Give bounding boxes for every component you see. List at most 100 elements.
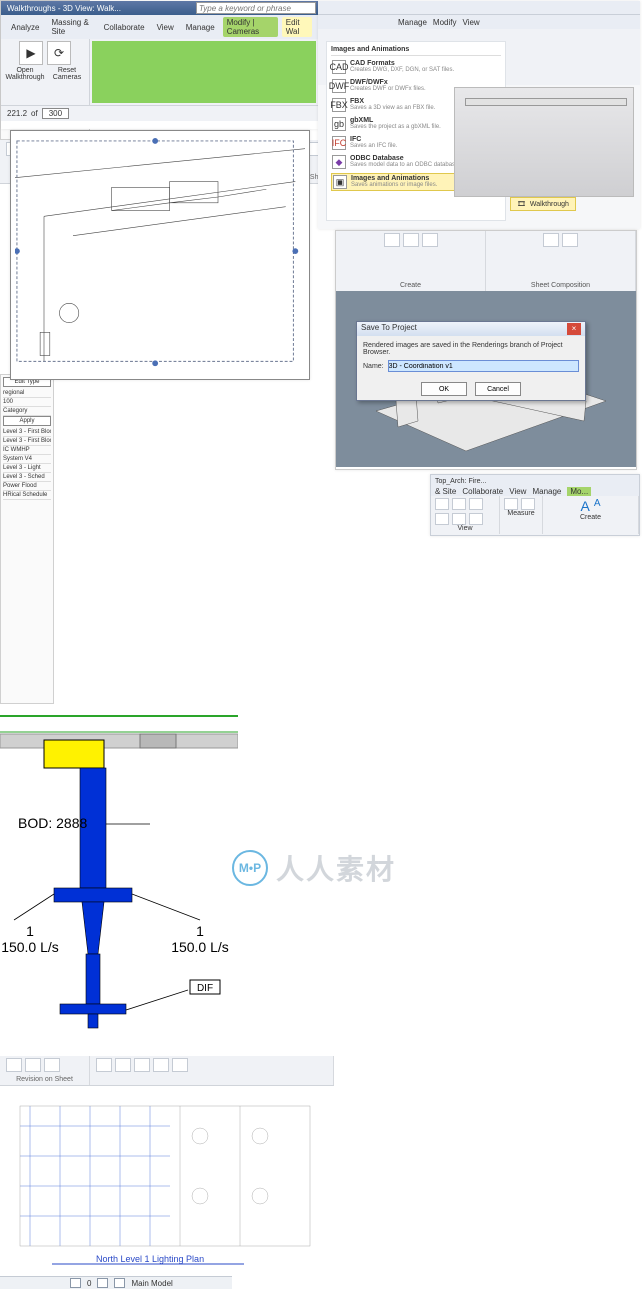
close-icon[interactable]: ×	[567, 323, 581, 335]
walkthrough-group: ▶ ⟳ Open Walkthrough Reset Cameras	[1, 39, 90, 105]
svg-text:150.0 L/s: 150.0 L/s	[1, 939, 59, 955]
prop-row[interactable]: Category	[3, 407, 51, 416]
tab-manage[interactable]: Manage	[398, 18, 427, 27]
prop-row[interactable]: Level 3 - Sched	[3, 473, 51, 482]
menu-view[interactable]: View	[153, 22, 178, 33]
search-input[interactable]	[196, 2, 316, 14]
plan-btn-1[interactable]	[6, 1058, 22, 1072]
render-lbl-create: Create	[400, 282, 421, 289]
svg-text:1: 1	[26, 923, 34, 939]
film-icon: 🎞	[517, 200, 526, 208]
prop-row[interactable]: IC WMHP	[3, 446, 51, 455]
apply-button[interactable]: Apply	[3, 416, 51, 426]
render-btn-1[interactable]	[384, 233, 400, 247]
render-btn-2[interactable]	[403, 233, 419, 247]
ok-button[interactable]: OK	[421, 382, 467, 396]
reset-cameras-icon[interactable]: ⟳	[47, 41, 71, 65]
plan-btn-3[interactable]	[44, 1058, 60, 1072]
tab-site[interactable]: & Site	[435, 487, 456, 496]
plan-btn-6[interactable]	[134, 1058, 150, 1072]
prop-row[interactable]: Power Flood	[3, 482, 51, 491]
render-btn-4[interactable]	[543, 233, 559, 247]
lighting-plan-panel: Revision on Sheet North Level 1 Lighting…	[0, 1056, 334, 1276]
status-icon-2[interactable]	[97, 1278, 108, 1288]
annotation-title: Top_Arch: Fire...	[431, 475, 639, 487]
tab-modify[interactable]: Mo...	[567, 487, 591, 496]
plan-btn-4[interactable]	[96, 1058, 112, 1072]
status-zoom: 0	[87, 1279, 91, 1288]
plan-btn-8[interactable]	[172, 1058, 188, 1072]
export-titlebar	[318, 1, 640, 15]
plan-ribbon: Revision on Sheet	[0, 1056, 334, 1086]
menu-analyze[interactable]: Analyze	[7, 22, 43, 33]
images-icon: ▣	[333, 175, 347, 189]
watermark-logo-icon: M•P	[232, 850, 268, 886]
export-item-cad[interactable]: CADCAD FormatsCreates DWG, DXF, DGN, or …	[331, 59, 501, 75]
tab-collab[interactable]: Collaborate	[462, 487, 503, 496]
text-icon[interactable]: A	[580, 498, 589, 514]
save-to-project-dialog: Save To Project × Rendered images are sa…	[356, 321, 586, 401]
menu-collaborate[interactable]: Collaborate	[100, 22, 149, 33]
tab-view[interactable]: View	[509, 487, 526, 496]
gbxml-icon: gb	[332, 117, 346, 131]
dialog-name-input[interactable]	[388, 360, 579, 372]
cad-icon: CAD	[332, 60, 346, 74]
dialog-titlebar[interactable]: Save To Project ×	[357, 322, 585, 336]
status-icon-1[interactable]	[70, 1278, 81, 1288]
ifc-icon: IFC	[332, 136, 346, 150]
menu-edit-walkthrough[interactable]: Edit Wal	[282, 17, 312, 37]
prop-row[interactable]: System V4	[3, 455, 51, 464]
menu-manage[interactable]: Manage	[182, 22, 219, 33]
export-panel: Manage Modify View Images and Animations…	[318, 1, 640, 229]
frame-total-input[interactable]: 300	[42, 108, 69, 119]
ann-ic-6[interactable]	[469, 513, 483, 525]
frame-status: 221.2 of 300	[1, 105, 318, 121]
prop-row[interactable]: regional	[3, 389, 51, 398]
ann-grp-view: View	[431, 496, 500, 534]
prop-row[interactable]: 100	[3, 398, 51, 407]
status-bar: 0 Main Model	[0, 1276, 232, 1289]
ann-ic-5[interactable]	[452, 513, 466, 525]
ann-grp-measure: Measure	[500, 496, 543, 534]
fbx-icon: FBX	[332, 98, 346, 112]
prop-row[interactable]: Level 3 - First Block	[3, 428, 51, 437]
dialog-message: Rendered images are saved in the Renderi…	[363, 342, 579, 356]
render-btn-5[interactable]	[562, 233, 578, 247]
ann-ic-3[interactable]	[469, 498, 483, 510]
ann-ic-7[interactable]	[504, 498, 518, 510]
frame-of: of	[31, 109, 38, 118]
menu-massing[interactable]: Massing & Site	[47, 17, 95, 37]
prop-row[interactable]: HRical Schedule	[3, 491, 51, 500]
ann-ic-2[interactable]	[452, 498, 466, 510]
open-walkthrough-icon[interactable]: ▶	[19, 41, 43, 65]
wireframe-canvas[interactable]	[15, 135, 305, 375]
plan-canvas[interactable]: North Level 1 Lighting Plan	[0, 1086, 334, 1272]
section-view[interactable]: BOD: 2888 1 150.0 L/s 1 150.0 L/s DIF	[0, 704, 238, 1056]
plan-btn-5[interactable]	[115, 1058, 131, 1072]
plan-btn-2[interactable]	[25, 1058, 41, 1072]
ann-ic-1[interactable]	[435, 498, 449, 510]
ann-ic-4[interactable]	[435, 513, 449, 525]
status-icon-3[interactable]	[114, 1278, 125, 1288]
prop-row[interactable]: Level 3 - First Block	[3, 437, 51, 446]
ann-ic-8[interactable]	[521, 498, 535, 510]
tab-view[interactable]: View	[462, 18, 479, 27]
walkthrough-menubar: Analyze Massing & Site Collaborate View …	[1, 15, 318, 39]
export-3d-preview	[454, 87, 634, 197]
render-btn-3[interactable]	[422, 233, 438, 247]
dwf-icon: DWF	[332, 79, 346, 93]
text-small-icon[interactable]: A	[594, 498, 601, 514]
svg-text:DIF: DIF	[197, 983, 213, 994]
tab-manage[interactable]: Manage	[532, 487, 561, 496]
wireframe-view	[10, 130, 310, 380]
menu-modify-cameras[interactable]: Modify | Cameras	[223, 17, 278, 37]
plan-btn-7[interactable]	[153, 1058, 169, 1072]
annotation-tabs: & Site Collaborate View Manage Mo...	[431, 487, 639, 496]
annotation-ribbon-panel: Top_Arch: Fire... & Site Collaborate Vie…	[430, 474, 640, 536]
cancel-button[interactable]: Cancel	[475, 382, 521, 396]
tab-modify[interactable]: Modify	[433, 18, 457, 27]
prop-row[interactable]: Level 3 - Light	[3, 464, 51, 473]
render-scene[interactable]: Save To Project × Rendered images are sa…	[336, 291, 636, 467]
export-sub-walkthrough[interactable]: 🎞 Walkthrough	[510, 197, 576, 211]
watermark-text: 人人素材	[276, 848, 396, 888]
